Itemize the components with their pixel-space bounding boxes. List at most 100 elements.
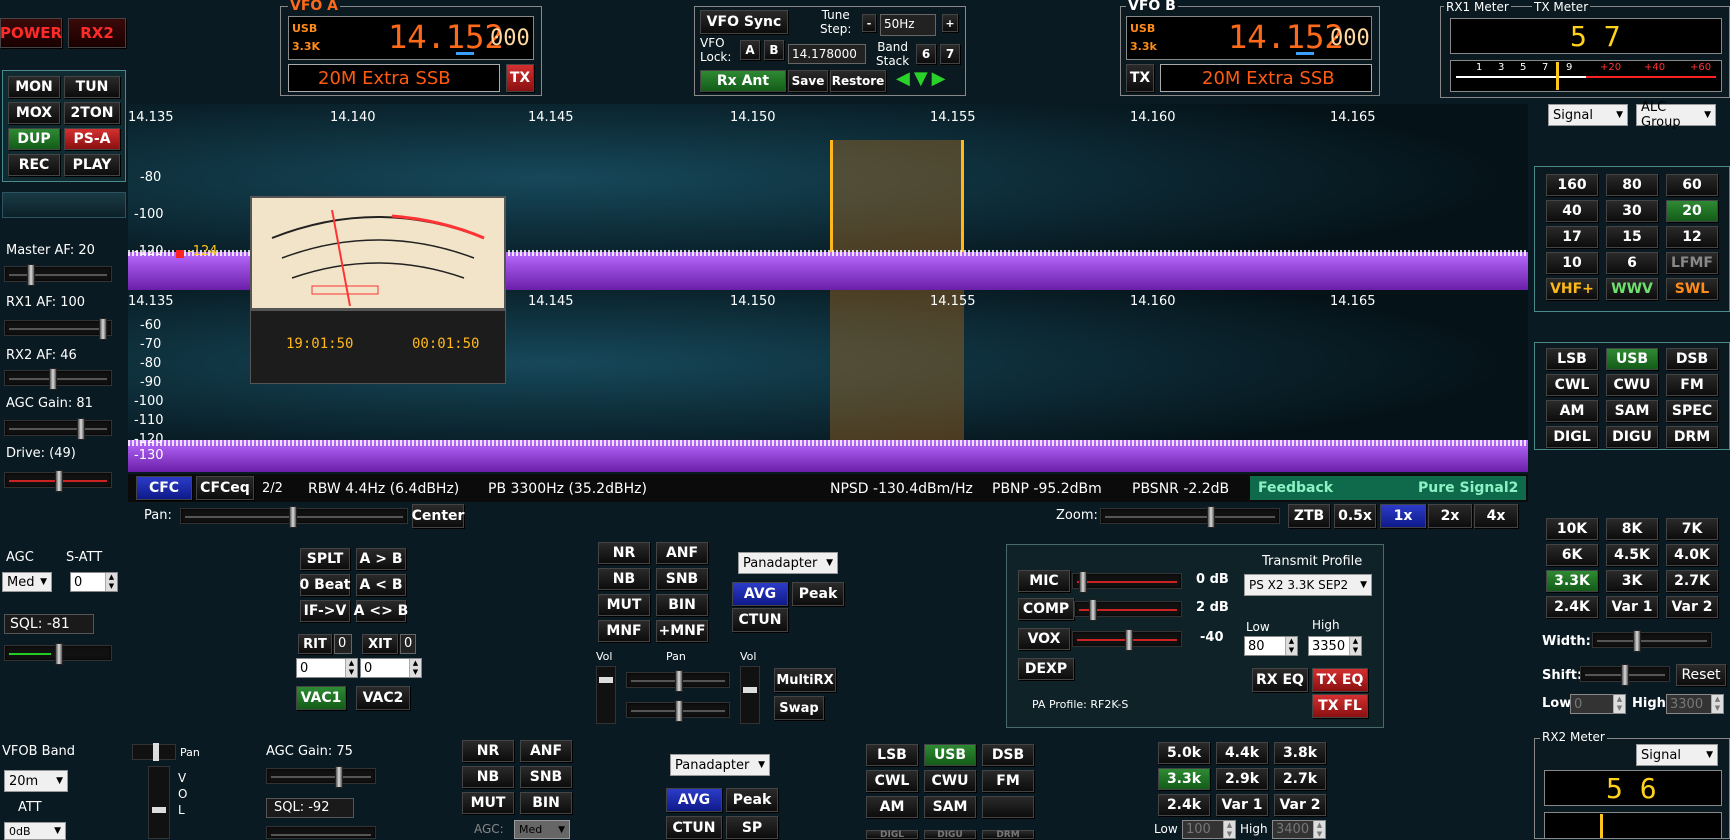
- tx-meter-select[interactable]: ALC Group ▼: [1636, 100, 1716, 130]
- dsp-snb-button[interactable]: SNB: [656, 568, 708, 590]
- filter-button-2-7k[interactable]: 2.7K: [1666, 570, 1718, 592]
- agc-select[interactable]: Med ▼: [2, 572, 52, 592]
- filter-button-8k[interactable]: 8K: [1606, 518, 1658, 540]
- multirx-button[interactable]: MultiRX: [774, 668, 836, 692]
- lock-a-button[interactable]: A: [740, 40, 760, 60]
- band-stack-6-button[interactable]: 6: [916, 44, 936, 64]
- dsp-mut-button[interactable]: MUT: [598, 594, 650, 616]
- ztb-button[interactable]: ZTB: [1288, 504, 1330, 528]
- band-button-20[interactable]: 20: [1666, 200, 1718, 222]
- filter-button-var-1[interactable]: Var 1: [1606, 596, 1658, 618]
- rx2-filter-button-3-3k[interactable]: 3.3k: [1158, 768, 1210, 790]
- mode-button-cwl[interactable]: CWL: [1546, 374, 1598, 396]
- rx2-sql-slider[interactable]: [266, 826, 376, 839]
- zoom-0.5x-button[interactable]: 0.5x: [1334, 504, 1376, 528]
- rx2-mode-button-sam[interactable]: SAM: [924, 796, 976, 818]
- band-button-lfmf[interactable]: LFMF: [1666, 252, 1718, 274]
- band-stack-7-button[interactable]: 7: [940, 44, 960, 64]
- band-button-12[interactable]: 12: [1666, 226, 1718, 248]
- split-button[interactable]: SPLT: [300, 548, 350, 570]
- dsp-mnf-button[interactable]: MNF: [598, 620, 650, 642]
- tx-fl-button[interactable]: TX FL: [1312, 694, 1368, 718]
- zoom-1x-button[interactable]: 1x: [1380, 504, 1426, 528]
- rx2-agc-select[interactable]: Med ▼: [514, 820, 570, 839]
- mox-button[interactable]: MOX: [8, 102, 60, 124]
- rx2-dsp-bin-button[interactable]: BIN: [520, 792, 572, 814]
- rx2-filter-low-spinner[interactable]: 100 ▲ ▼: [1182, 820, 1236, 839]
- peak-button[interactable]: Peak: [792, 582, 844, 606]
- rx2-mode-button-cwu[interactable]: CWU: [924, 770, 976, 792]
- avg-button[interactable]: AVG: [732, 582, 788, 606]
- tx-low-spinner[interactable]: 80 ▲ ▼: [1244, 636, 1298, 656]
- power-button[interactable]: POWER: [0, 18, 62, 48]
- mode-button-cwu[interactable]: CWU: [1606, 374, 1658, 396]
- band-button-17[interactable]: 17: [1546, 226, 1598, 248]
- rx2-dsp-mut-button[interactable]: MUT: [462, 792, 514, 814]
- rx2-mode-button-lsb[interactable]: LSB: [866, 744, 918, 766]
- mode-button-drm[interactable]: DRM: [1666, 426, 1718, 448]
- mon-button[interactable]: MON: [8, 76, 60, 98]
- dsp-anf-button[interactable]: ANF: [656, 542, 708, 564]
- xit-button[interactable]: XIT: [362, 634, 398, 654]
- swap-button[interactable]: Swap: [774, 696, 824, 720]
- mode-button-usb[interactable]: USB: [1606, 348, 1658, 370]
- band-button-10[interactable]: 10: [1546, 252, 1598, 274]
- rx2-filter-button-var-2[interactable]: Var 2: [1274, 794, 1326, 816]
- feedback-label[interactable]: Feedback: [1258, 480, 1333, 496]
- shift-reset-button[interactable]: Reset: [1676, 664, 1726, 686]
- dsp-nr-button[interactable]: NR: [598, 542, 650, 564]
- zoom-2x-button[interactable]: 2x: [1428, 504, 1472, 528]
- rx2-filter-button-var-1[interactable]: Var 1: [1216, 794, 1268, 816]
- rx2-button[interactable]: RX2: [68, 18, 126, 48]
- rx2-peak-button[interactable]: Peak: [726, 788, 778, 812]
- mic-slider[interactable]: [1072, 571, 1182, 593]
- tx-eq-button[interactable]: TX EQ: [1312, 668, 1368, 692]
- tun-button[interactable]: TUN: [64, 76, 120, 98]
- rx2-dsp-nr-button[interactable]: NR: [462, 740, 514, 762]
- cfc-button[interactable]: CFC: [136, 476, 192, 500]
- rx2-mode-button-digu[interactable]: DIGU: [924, 830, 976, 840]
- rx-meter-select[interactable]: Signal ▼: [1548, 104, 1628, 126]
- mode-button-spec[interactable]: SPEC: [1666, 400, 1718, 422]
- vfo-b-tx-button[interactable]: TX: [1126, 64, 1154, 92]
- mode-button-digl[interactable]: DIGL: [1546, 426, 1598, 448]
- filter-button-4-0k[interactable]: 4.0K: [1666, 544, 1718, 566]
- width-slider[interactable]: [1592, 630, 1712, 652]
- band-stack-nav-arrows[interactable]: ◀▼▶: [896, 68, 950, 89]
- filter-button-var-2[interactable]: Var 2: [1666, 596, 1718, 618]
- sql-slider[interactable]: [4, 643, 112, 665]
- rx2-avg-button[interactable]: AVG: [666, 788, 722, 812]
- zoom-slider[interactable]: [1100, 506, 1280, 528]
- if-to-v-button[interactable]: IF->V: [300, 600, 350, 622]
- band-button-wwv[interactable]: WWV: [1606, 278, 1658, 300]
- rx2-mode-button-blank[interactable]: [982, 796, 1034, 818]
- rx2-dsp-nb-button[interactable]: NB: [462, 766, 514, 788]
- rx2-mode-button-digl[interactable]: DIGL: [866, 830, 918, 840]
- filter-button-4-5k[interactable]: 4.5K: [1606, 544, 1658, 566]
- tx-high-spinner[interactable]: 3350 ▲ ▼: [1308, 636, 1362, 656]
- rx2-mode-button-am[interactable]: AM: [866, 796, 918, 818]
- mode-button-sam[interactable]: SAM: [1606, 400, 1658, 422]
- rx1-af-slider[interactable]: [4, 318, 112, 340]
- vac1-button[interactable]: VAC1: [296, 686, 346, 710]
- rx2-meter-select[interactable]: Signal ▼: [1636, 744, 1718, 766]
- mic-button[interactable]: MIC: [1018, 570, 1070, 592]
- rec-button[interactable]: REC: [8, 154, 60, 176]
- filter-low-spinner[interactable]: 0 ▲ ▼: [1570, 694, 1626, 714]
- filter-button-10k[interactable]: 10K: [1546, 518, 1598, 540]
- ps-a-button[interactable]: PS-A: [64, 128, 120, 150]
- pure-signal-label[interactable]: Pure Signal2: [1418, 480, 1518, 496]
- vox-button[interactable]: VOX: [1018, 628, 1070, 650]
- rx2-filter-button-3-8k[interactable]: 3.8k: [1274, 742, 1326, 764]
- rx2-pan-slider[interactable]: [132, 743, 176, 761]
- step-minus-button[interactable]: -: [862, 14, 876, 32]
- cfceq-button[interactable]: CFCeq: [196, 476, 254, 500]
- swap-ab-button[interactable]: A <> B: [354, 600, 408, 622]
- rx-eq-button[interactable]: RX EQ: [1252, 668, 1308, 692]
- zero-beat-button[interactable]: 0 Beat: [300, 574, 350, 596]
- band-button-40[interactable]: 40: [1546, 200, 1598, 222]
- shift-slider[interactable]: [1580, 664, 1670, 686]
- step-plus-button[interactable]: +: [942, 14, 958, 32]
- rx2-mode-button-cwl[interactable]: CWL: [866, 770, 918, 792]
- mode-button-dsb[interactable]: DSB: [1666, 348, 1718, 370]
